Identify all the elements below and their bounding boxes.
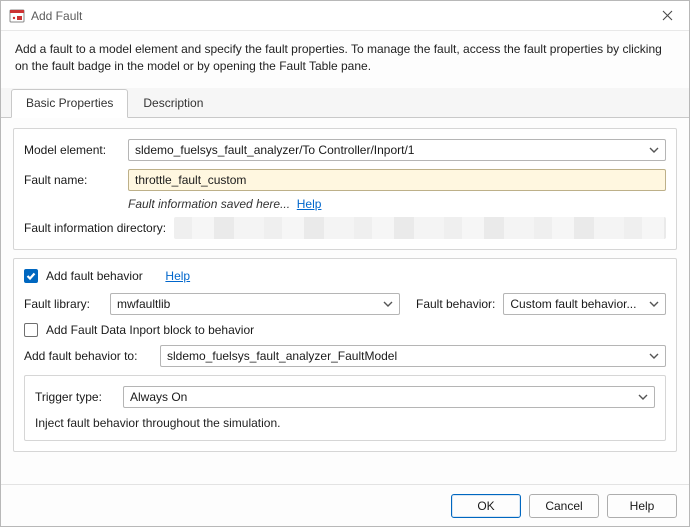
- chevron-down-icon: [649, 145, 659, 155]
- fault-library-value: mwfaultlib: [117, 297, 379, 311]
- fault-library-label: Fault library:: [24, 297, 102, 311]
- add-behavior-to-value: sldemo_fuelsys_fault_analyzer_FaultModel: [167, 349, 645, 363]
- trigger-type-value: Always On: [130, 390, 634, 404]
- tab-content: Model element: sldemo_fuelsys_fault_anal…: [1, 118, 689, 484]
- trigger-subgroup: Trigger type: Always On Inject fault beh…: [24, 375, 666, 441]
- help-button[interactable]: Help: [607, 494, 677, 518]
- chevron-down-icon: [649, 299, 659, 309]
- dialog-button-bar: OK Cancel Help: [1, 484, 689, 526]
- model-element-label: Model element:: [24, 143, 120, 157]
- trigger-description: Inject fault behavior throughout the sim…: [35, 416, 655, 430]
- add-fault-behavior-help-link[interactable]: Help: [165, 269, 190, 283]
- add-behavior-to-dropdown[interactable]: sldemo_fuelsys_fault_analyzer_FaultModel: [160, 345, 666, 367]
- intro-text: Add a fault to a model element and speci…: [1, 31, 689, 88]
- chevron-down-icon: [649, 351, 659, 361]
- tab-basic-properties[interactable]: Basic Properties: [11, 89, 128, 118]
- chevron-down-icon: [638, 392, 648, 402]
- model-element-value: sldemo_fuelsys_fault_analyzer/To Control…: [135, 143, 645, 157]
- fault-info-dir-label: Fault information directory:: [24, 221, 166, 235]
- cancel-button[interactable]: Cancel: [529, 494, 599, 518]
- fault-behavior-label: Fault behavior:: [416, 297, 495, 311]
- trigger-type-dropdown[interactable]: Always On: [123, 386, 655, 408]
- add-behavior-to-label: Add fault behavior to:: [24, 349, 152, 363]
- window-title: Add Fault: [31, 9, 82, 23]
- fault-name-value: throttle_fault_custom: [135, 173, 659, 187]
- add-fault-behavior-label: Add fault behavior: [46, 269, 143, 283]
- tab-label: Basic Properties: [26, 96, 113, 110]
- add-inport-label: Add Fault Data Inport block to behavior: [46, 323, 254, 337]
- fault-behavior-group: Add fault behavior Help Fault library: m…: [13, 258, 677, 452]
- button-label: Cancel: [545, 499, 582, 513]
- app-icon: [9, 8, 25, 24]
- tab-strip: Basic Properties Description: [1, 88, 689, 118]
- add-inport-checkbox[interactable]: [24, 323, 38, 337]
- tab-label: Description: [143, 96, 203, 110]
- tab-description[interactable]: Description: [128, 89, 218, 118]
- close-button[interactable]: [645, 1, 689, 31]
- ok-button[interactable]: OK: [451, 494, 521, 518]
- model-element-dropdown[interactable]: sldemo_fuelsys_fault_analyzer/To Control…: [128, 139, 666, 161]
- button-label: Help: [630, 499, 655, 513]
- fault-library-dropdown[interactable]: mwfaultlib: [110, 293, 400, 315]
- fault-info-saved-line: Fault information saved here... Help: [128, 197, 666, 211]
- fault-info-dir-value: [174, 217, 666, 239]
- chevron-down-icon: [383, 299, 393, 309]
- fault-info-help-link[interactable]: Help: [297, 197, 322, 211]
- fault-behavior-dropdown[interactable]: Custom fault behavior...: [503, 293, 666, 315]
- trigger-type-label: Trigger type:: [35, 390, 115, 404]
- title-bar: Add Fault: [1, 1, 689, 31]
- fault-identity-group: Model element: sldemo_fuelsys_fault_anal…: [13, 128, 677, 250]
- fault-name-input[interactable]: throttle_fault_custom: [128, 169, 666, 191]
- fault-info-saved-text: Fault information saved here...: [128, 197, 290, 211]
- fault-name-label: Fault name:: [24, 173, 120, 187]
- button-label: OK: [477, 499, 494, 513]
- fault-behavior-value: Custom fault behavior...: [510, 297, 645, 311]
- add-fault-behavior-checkbox[interactable]: [24, 269, 38, 283]
